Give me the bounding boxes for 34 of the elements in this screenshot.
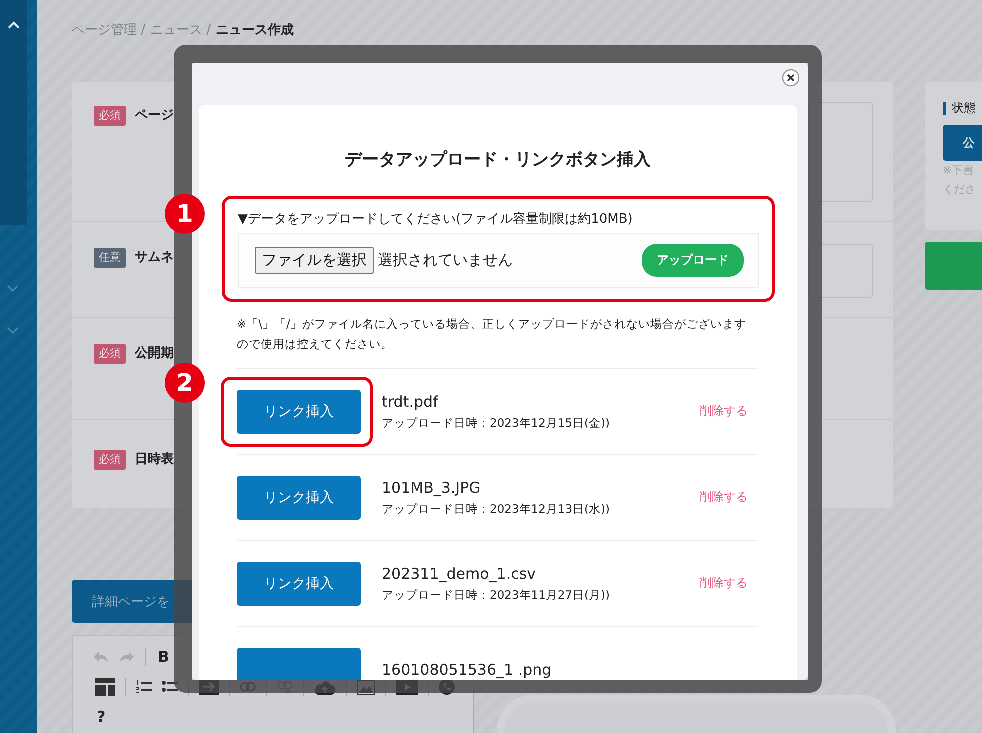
file-name: 202311_demo_1.csv: [382, 564, 538, 584]
delete-link[interactable]: 削除する: [700, 489, 748, 506]
insert-link-button[interactable]: リンク挿入: [237, 562, 361, 606]
upload-button[interactable]: アップロード: [642, 244, 744, 277]
delete-link[interactable]: 削除する: [700, 403, 748, 420]
panel-title: 状態: [952, 100, 976, 117]
breadcrumb-item: ニュース作成: [216, 22, 294, 39]
field-label: 公開期: [135, 345, 174, 363]
bold-button[interactable]: B: [156, 648, 172, 666]
delete-link[interactable]: 削除する: [700, 575, 748, 592]
upload-date: アップロード日時：2023年12月13日(水)): [382, 500, 610, 518]
upload-label: ▼データをアップロードしてください(ファイル容量制限は約10MB): [238, 212, 634, 228]
breadcrumb-item[interactable]: ニュース /: [150, 21, 212, 39]
note-text: ※「\」「/」がファイル名に入っている場合、正しくアップロードがされない場合がございますので使用は控えてください。: [237, 316, 748, 353]
breadcrumb-item[interactable]: ページ管理 /: [72, 21, 146, 39]
insert-link-button[interactable]: リンク挿入: [237, 390, 361, 434]
upload-date: アップロード日時：2023年11月27日(月)): [382, 586, 610, 604]
help-button[interactable]: ?: [95, 708, 108, 726]
field-badge: 必須: [94, 344, 126, 364]
field-label: ページ: [135, 107, 174, 125]
field-label: 日時表: [135, 451, 174, 469]
modal-title: データアップロード・リンクボタン挿入: [344, 149, 652, 172]
publish-button[interactable]: 公: [943, 125, 982, 161]
field-badge: 必須: [94, 106, 126, 126]
insert-link-button[interactable]: リンク挿入: [237, 476, 361, 520]
file-name: 160108051536_1 .png: [382, 660, 552, 680]
file-name: trdt.pdf: [382, 392, 440, 412]
field-badge: 必須: [94, 450, 126, 470]
upload-date: アップロード日時：2023年12月15日(金)): [382, 414, 610, 432]
choose-file-button[interactable]: ファイルを選択: [255, 247, 374, 274]
file-name: 101MB_3.JPG: [382, 478, 482, 498]
field-label: サムネ: [135, 249, 174, 267]
file-status: 選択されていません: [378, 251, 513, 270]
field-badge: 任意: [94, 248, 126, 268]
